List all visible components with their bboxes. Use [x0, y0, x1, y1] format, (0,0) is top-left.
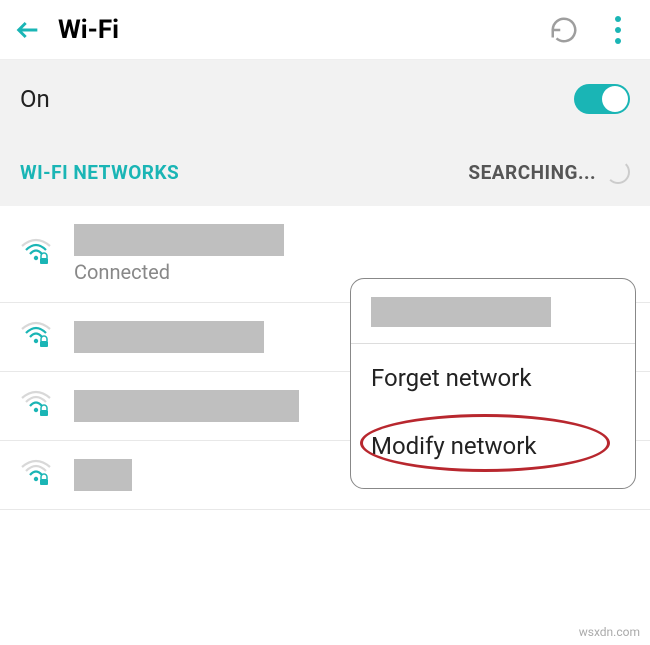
networks-header: WI-FI NETWORKS SEARCHING... — [0, 138, 650, 206]
spinner-icon — [606, 160, 630, 184]
network-name — [74, 224, 284, 256]
page-title: Wi-Fi — [58, 15, 119, 45]
network-name — [74, 321, 264, 353]
context-menu-header — [351, 287, 635, 344]
networks-section-title: WI-FI NETWORKS — [20, 161, 468, 184]
forget-network-item[interactable]: Forget network — [351, 344, 635, 412]
app-header: Wi-Fi — [0, 0, 650, 60]
context-menu: Forget network Modify network — [350, 278, 636, 489]
watermark: wsxdn.com — [579, 625, 640, 639]
toggle-label: On — [20, 85, 574, 113]
wifi-toggle[interactable] — [574, 84, 630, 114]
wifi-signal-icon — [20, 321, 52, 353]
searching-status: SEARCHING... — [468, 160, 630, 184]
network-name — [74, 390, 299, 422]
wifi-signal-icon — [20, 238, 52, 270]
context-network-name — [371, 297, 551, 327]
network-info: Connected — [74, 224, 630, 284]
back-arrow-icon[interactable] — [12, 14, 44, 46]
network-name — [74, 459, 132, 491]
more-vert-icon[interactable] — [606, 12, 630, 48]
modify-network-item[interactable]: Modify network — [351, 412, 635, 480]
wifi-signal-icon — [20, 390, 52, 422]
wifi-toggle-row: On — [0, 60, 650, 138]
refresh-icon[interactable] — [546, 12, 582, 48]
wifi-signal-icon — [20, 459, 52, 491]
